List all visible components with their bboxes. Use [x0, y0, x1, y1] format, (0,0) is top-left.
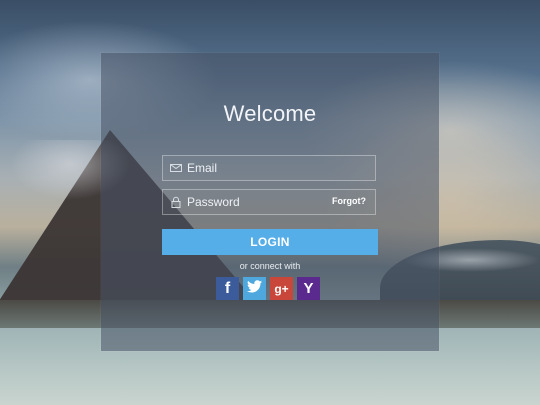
- twitter-button[interactable]: [243, 277, 266, 300]
- facebook-button[interactable]: f: [216, 277, 239, 300]
- email-input[interactable]: [187, 156, 337, 180]
- email-field[interactable]: [162, 155, 376, 181]
- yahoo-icon: Y: [303, 280, 314, 297]
- facebook-icon: f: [224, 279, 231, 297]
- envelope-icon: [170, 162, 182, 174]
- google-plus-button[interactable]: g+: [270, 277, 293, 300]
- page-title: Welcome: [223, 101, 317, 126]
- social-login-buttons: f g+ Y: [216, 277, 320, 301]
- lock-icon: [170, 196, 182, 208]
- password-input[interactable]: [187, 190, 337, 214]
- password-field[interactable]: Forgot?: [162, 189, 376, 215]
- google-plus-icon: g+: [274, 281, 289, 296]
- twitter-icon: [247, 279, 262, 298]
- login-button[interactable]: LOGIN: [162, 229, 378, 255]
- yahoo-button[interactable]: Y: [297, 277, 320, 300]
- forgot-password-link[interactable]: Forgot?: [332, 196, 366, 206]
- connect-with-text: or connect with: [239, 261, 301, 271]
